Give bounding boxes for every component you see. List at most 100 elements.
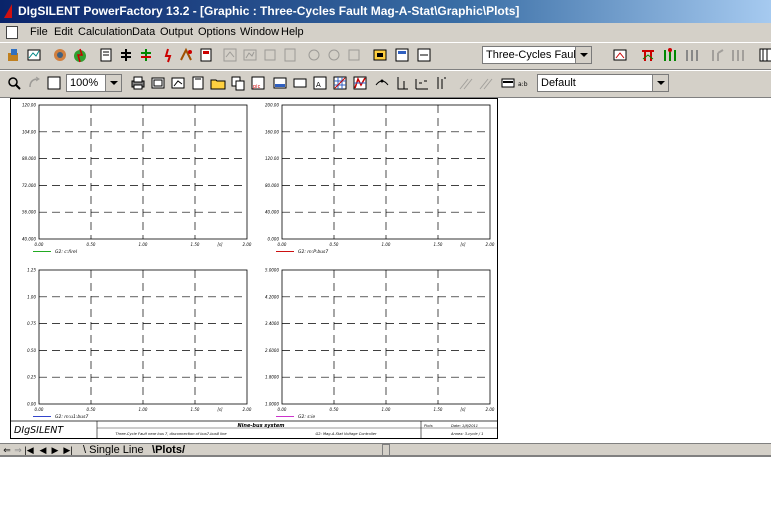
- terminal-icon[interactable]: [684, 47, 700, 63]
- document-icon[interactable]: [6, 26, 18, 39]
- harmonics-icon[interactable]: [242, 47, 258, 63]
- scale-x-icon[interactable]: [332, 75, 348, 91]
- last-page-icon[interactable]: ▶|: [63, 445, 73, 455]
- menu-options[interactable]: Options: [198, 23, 236, 41]
- graphic-options-icon[interactable]: [612, 47, 628, 63]
- graphic-select[interactable]: Three-Cycles Fault Mag-A-: [482, 46, 592, 64]
- x-tick-label: 0.50: [87, 407, 96, 412]
- stop-simulation-icon[interactable]: [160, 47, 176, 63]
- forward-icon[interactable]: ⇒: [13, 445, 23, 455]
- insert-title-icon[interactable]: [272, 75, 288, 91]
- reliability-icon[interactable]: [262, 47, 278, 63]
- horizontal-scrollbar[interactable]: [376, 444, 771, 456]
- label-icon[interactable]: [394, 75, 410, 91]
- grid-icon[interactable]: [758, 47, 771, 63]
- next-page-icon[interactable]: ▶: [50, 445, 60, 455]
- legend-label: G2: c:firel: [55, 249, 78, 255]
- menu-output[interactable]: Output: [160, 23, 193, 41]
- y-tick-label: 0.50: [27, 348, 36, 353]
- x-scale-icon[interactable]: [434, 75, 450, 91]
- network-model-icon[interactable]: [640, 47, 656, 63]
- menu-data[interactable]: Data: [132, 23, 155, 41]
- x-tick-label: 0.00: [35, 242, 44, 247]
- new-project-icon[interactable]: [6, 47, 22, 63]
- load-flow-icon[interactable]: [52, 47, 68, 63]
- reports-icon[interactable]: [98, 47, 114, 63]
- open-folder-icon[interactable]: [210, 75, 226, 91]
- style-select-value: Default: [541, 77, 576, 89]
- breaker-icon[interactable]: [730, 47, 746, 63]
- y-tick-label: 104.00: [22, 129, 36, 134]
- insert-picture-icon[interactable]: pic: [250, 75, 266, 91]
- axis-icon[interactable]: [414, 75, 430, 91]
- y-tick-label: 40.000: [265, 210, 279, 215]
- results-icon[interactable]: [198, 47, 214, 63]
- data-manager-icon[interactable]: [26, 47, 42, 63]
- copy-icon[interactable]: [230, 75, 246, 91]
- insert-text-icon[interactable]: A: [312, 75, 328, 91]
- menu-file[interactable]: File: [30, 23, 48, 41]
- page-name: Plots: [424, 424, 433, 428]
- zoom-all-icon[interactable]: [46, 75, 62, 91]
- x-tick-label: 2.00: [243, 407, 252, 412]
- page-annex: Annex: 3-cycle / 1: [450, 432, 483, 436]
- simulation-init-icon[interactable]: [118, 47, 134, 63]
- new-page-icon[interactable]: [190, 75, 206, 91]
- optimization-icon[interactable]: [282, 47, 298, 63]
- graphic-pages-icon[interactable]: [394, 47, 410, 63]
- chevron-down-icon[interactable]: [105, 75, 121, 91]
- zoom-back-icon[interactable]: [26, 75, 42, 91]
- menu-calculation[interactable]: Calculation: [78, 23, 132, 41]
- page-setup-icon[interactable]: [150, 75, 166, 91]
- events-icon[interactable]: [178, 47, 194, 63]
- x-tick-label: [s]: [460, 242, 466, 247]
- state-estimation-icon[interactable]: [346, 47, 362, 63]
- legend-label: G2: m:u1:bus7: [55, 414, 88, 420]
- scale-y-icon[interactable]: [352, 75, 368, 91]
- insert-plot-icon[interactable]: [170, 75, 186, 91]
- y-tick-label: 4.2000: [265, 294, 279, 299]
- y-tick-label: 5.0000: [265, 268, 279, 273]
- chevron-down-icon[interactable]: [575, 47, 591, 63]
- legend-icon[interactable]: [500, 75, 516, 91]
- zoom-icon[interactable]: [6, 75, 22, 91]
- modal-analysis-icon[interactable]: [222, 47, 238, 63]
- plot-page: 120.00 104.00 88.000 72.000 56.000 40.000 0.00…: [10, 98, 498, 439]
- y-tick-label: 120.00: [22, 103, 36, 108]
- first-page-icon[interactable]: |◀: [24, 445, 34, 455]
- autoscale-x-icon[interactable]: [458, 75, 474, 91]
- y-tick-label: 160.00: [265, 129, 279, 134]
- short-circuit-icon[interactable]: [72, 47, 88, 63]
- run-simulation-icon[interactable]: [138, 47, 154, 63]
- autoscale-y-icon[interactable]: [478, 75, 494, 91]
- y-tick-label: 0.00: [27, 402, 36, 407]
- protection-icon[interactable]: [326, 47, 342, 63]
- contingency-icon[interactable]: [306, 47, 322, 63]
- menu-window[interactable]: Window: [240, 23, 279, 41]
- study-case-description: Three-Cycle Fault near bus 7, disconnect…: [115, 432, 227, 436]
- insert-frame-icon[interactable]: [292, 75, 308, 91]
- back-icon[interactable]: ⇐: [2, 445, 12, 455]
- svg-text:a:b: a:b: [518, 81, 528, 88]
- x-tick-label: 2.00: [486, 242, 495, 247]
- insert-page-icon[interactable]: [416, 47, 432, 63]
- switch-icon[interactable]: [710, 47, 726, 63]
- x-tick-label: 1.00: [139, 407, 148, 412]
- statistics-icon[interactable]: a:b: [518, 75, 534, 91]
- chevron-down-icon[interactable]: [652, 75, 668, 91]
- cursor-icon[interactable]: [374, 75, 390, 91]
- page-date: Date: 1/8/2011: [451, 424, 478, 428]
- plot-panel: [33, 104, 248, 252]
- prev-page-icon[interactable]: ◀: [38, 445, 48, 455]
- busbar-icon[interactable]: [662, 47, 678, 63]
- zoom-select[interactable]: 100%: [66, 74, 122, 92]
- style-select[interactable]: Default: [537, 74, 669, 92]
- y-tick-label: 1.25: [27, 268, 36, 273]
- menu-edit[interactable]: Edit: [54, 23, 73, 41]
- output-window[interactable]: [0, 455, 771, 505]
- app-logo-icon: [4, 4, 12, 18]
- print-icon[interactable]: [130, 75, 146, 91]
- x-tick-label: 2.00: [486, 407, 495, 412]
- edit-relevant-objects-icon[interactable]: [372, 47, 388, 63]
- menu-help[interactable]: Help: [281, 23, 304, 41]
